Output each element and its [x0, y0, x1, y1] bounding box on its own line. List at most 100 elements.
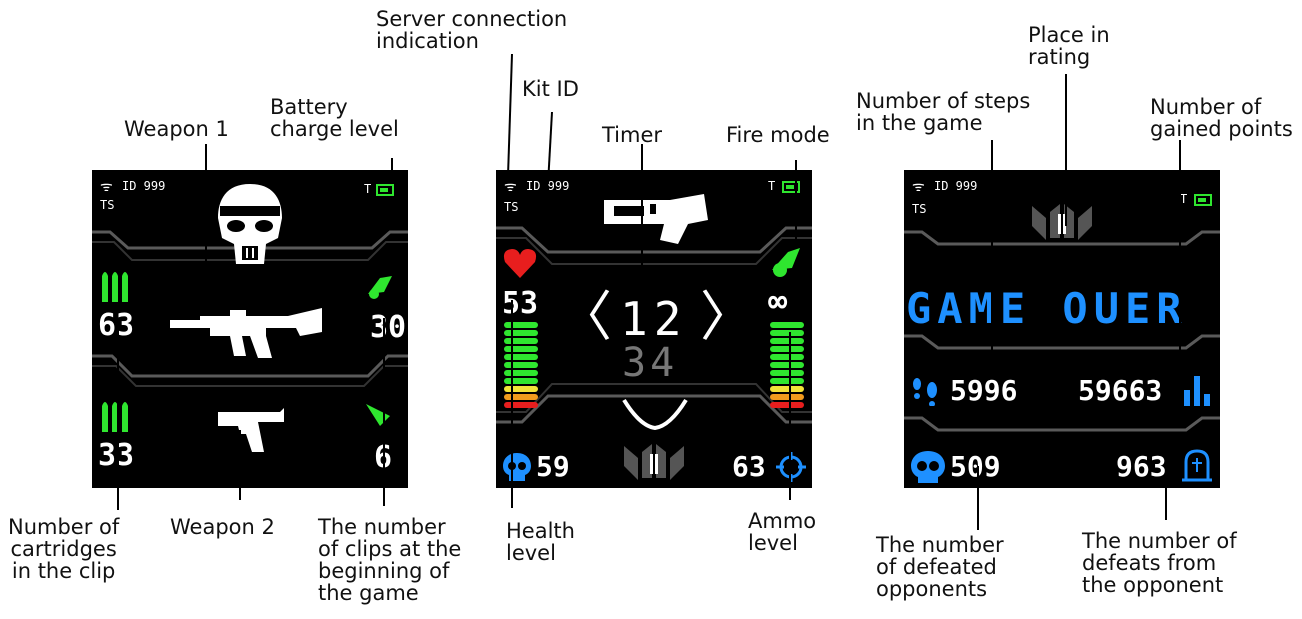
bracket-left: 〈 — [558, 285, 612, 348]
heart-icon — [503, 249, 537, 278]
ammo-bar-segment — [770, 370, 804, 376]
health-bar-segment — [504, 330, 538, 336]
kit-id: ID 999 — [934, 179, 978, 193]
label-clips: The number of clips at the beginning of … — [318, 516, 461, 604]
health-bar-segment — [504, 362, 538, 368]
ammo-bar-segment — [770, 386, 804, 392]
ammo-bars — [770, 322, 804, 410]
label-line: cartridges — [10, 537, 117, 561]
label-line: in the game — [856, 111, 983, 135]
health-bar-segment — [504, 370, 538, 376]
health-bar-segment — [504, 402, 538, 408]
ammo-bar-segment — [770, 330, 804, 336]
game-over-text: GAME OUER — [906, 284, 1188, 333]
label-line: Number of — [1150, 95, 1262, 119]
label-place-rating: Place in rating — [1028, 24, 1110, 68]
label-line: Battery — [270, 95, 348, 119]
pistol-icon — [218, 408, 284, 452]
defeated-value: 59 — [536, 450, 570, 483]
health-bar-segment — [504, 386, 538, 392]
health-bars — [504, 322, 538, 410]
label-line: The number of — [1082, 529, 1237, 553]
label-line: level — [506, 541, 556, 565]
health-bar-segment — [504, 378, 538, 384]
blaster-icon — [604, 194, 708, 244]
ts-text: TS — [100, 198, 115, 212]
rank-emblem-icon — [624, 444, 684, 480]
helmet-icon — [218, 184, 282, 264]
points-value: 59663 — [1078, 374, 1163, 407]
label-line: The number — [876, 533, 1004, 557]
bullets-icon — [102, 272, 128, 302]
wifi-icon: ᯤ — [504, 179, 517, 195]
label-line: charge level — [270, 117, 399, 141]
label-line: Number of steps — [856, 89, 1031, 113]
label-line: Place in — [1028, 23, 1110, 47]
ammo-bar-segment — [770, 346, 804, 352]
label-gained-points: Number of gained points — [1150, 96, 1293, 140]
label-line: level — [748, 531, 798, 555]
timer-seconds: 34 — [622, 340, 679, 386]
battery-icon — [782, 181, 800, 193]
t-text: T — [768, 179, 776, 193]
ammo-infinity: ∞ — [768, 282, 788, 320]
bracket-right: 〉 — [700, 285, 754, 348]
label-cartridges: Number of cartridges in the clip — [8, 516, 119, 582]
t-text: T — [1180, 192, 1188, 206]
screen-game-over: ᯤ ID 999 TS T GAME OUER 5996 59663 509 9… — [904, 170, 1220, 488]
bar-chart-icon — [1184, 376, 1210, 406]
label-timer: Timer — [602, 123, 663, 147]
ammo-bar-segment — [770, 394, 804, 400]
label-line: indication — [376, 29, 479, 53]
health-bar-segment — [504, 338, 538, 344]
health-bar-segment — [504, 322, 538, 328]
label-battery: Battery charge level — [270, 96, 399, 140]
fire-mode-icon — [772, 248, 800, 277]
ts-text: TS — [912, 202, 927, 216]
label-line: rating — [1028, 45, 1091, 69]
ts-text: TS — [504, 200, 519, 214]
screen-weapons: ᯤ ID 999 TS T 63 30 33 6 — [92, 170, 408, 488]
label-line: opponents — [876, 577, 988, 601]
wifi-icon: ᯤ — [912, 179, 925, 195]
label-line: in the clip — [11, 559, 116, 583]
bowl-icon — [622, 398, 688, 431]
label-line: of defeated — [876, 555, 997, 579]
skull-icon — [911, 451, 945, 483]
skull-icon — [503, 453, 531, 481]
steps-value: 5996 — [950, 374, 1018, 407]
ammo-bar-segment — [770, 338, 804, 344]
ammo-bar-segment — [770, 402, 804, 408]
defeated-value: 509 — [950, 450, 1001, 483]
label-fire-mode: Fire mode — [726, 123, 830, 147]
clip-icon-2 — [366, 404, 390, 426]
tombstone-icon — [1182, 449, 1212, 482]
label-line: The number — [318, 515, 446, 539]
defeats-from-value: 963 — [1116, 450, 1167, 483]
label-defeated: The number of defeated opponents — [876, 534, 1004, 600]
label-line: of clips at the — [318, 537, 462, 561]
cartridges-count-2: 33 — [98, 438, 135, 473]
rifle-icon — [170, 308, 322, 358]
label-ammo: Ammo level — [748, 510, 816, 554]
label-defeats-from: The number of defeats from the opponent — [1082, 530, 1237, 596]
battery-icon — [376, 184, 394, 196]
health-bar-segment — [504, 394, 538, 400]
label-line: Number of — [8, 515, 120, 539]
label-weapon1: Weapon 1 — [124, 117, 229, 141]
timer-minutes: 12 — [620, 292, 688, 346]
battery-icon — [1194, 194, 1212, 206]
label-line: Ammo — [748, 509, 817, 533]
health-bar-segment — [504, 354, 538, 360]
clip-icon — [368, 276, 392, 299]
screen-game: ᯤ ID 999 TS T 53 ∞ 〈 〉 12 34 59 63 — [496, 170, 812, 488]
crosshair-icon — [776, 452, 806, 482]
label-line: Server connection — [376, 7, 568, 31]
ammo-bar-segment — [770, 322, 804, 328]
label-server-connection: Server connection indication — [376, 8, 567, 52]
label-line: beginning of — [318, 559, 450, 583]
label-steps: Number of steps in the game — [856, 90, 1030, 134]
bullets-icon-2 — [102, 402, 128, 432]
label-line: Health — [506, 519, 575, 543]
label-weapon2: Weapon 2 — [170, 515, 275, 539]
